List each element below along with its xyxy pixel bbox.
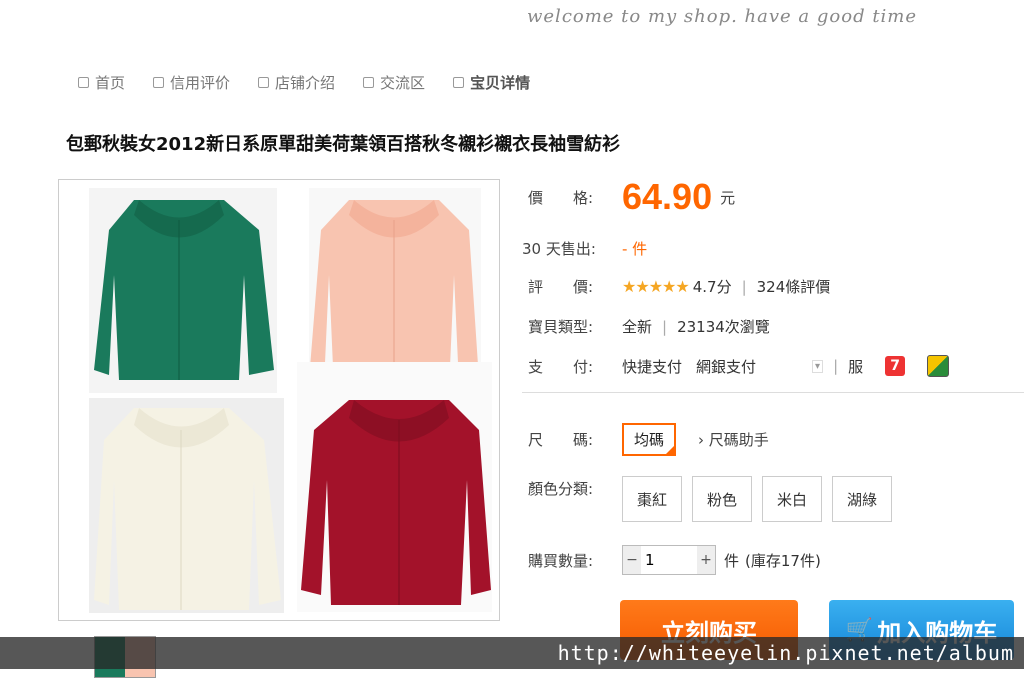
view-count: 23134次瀏覽 xyxy=(677,318,770,336)
item-type-value: 全新 xyxy=(622,318,653,336)
service-label: 服 xyxy=(848,357,864,376)
size-helper-link[interactable]: › 尺碼助手 xyxy=(698,429,769,450)
payment-row: 支 付: 快捷支付 網銀支付 ▾ | 服 7 xyxy=(528,355,950,377)
seven-day-return-icon: 7 xyxy=(885,356,906,376)
selected-check-icon xyxy=(664,444,677,456)
color-option-dark-red[interactable]: 棗紅 xyxy=(622,476,682,522)
nav-bullet-icon xyxy=(258,77,270,88)
blouse-red xyxy=(297,362,492,612)
color-row: 顏色分類: 棗紅 粉色 米白 湖綠 xyxy=(528,476,902,522)
price-value: 64.90 xyxy=(622,176,713,217)
nav-community[interactable]: 交流区 xyxy=(363,72,425,93)
color-option-lake-green[interactable]: 湖綠 xyxy=(832,476,892,522)
rating-score: 4.7分 xyxy=(692,278,732,296)
size-row: 尺 碼: 均碼 › 尺碼助手 xyxy=(528,423,769,456)
section-divider xyxy=(522,392,1024,393)
nav-bullet-icon xyxy=(363,77,375,88)
size-option-one-size[interactable]: 均碼 xyxy=(622,423,677,456)
review-count-link[interactable]: 324條評價 xyxy=(757,276,831,297)
watermark-url: http://whiteeyelin.pixnet.net/album xyxy=(0,637,1024,669)
blouse-green xyxy=(89,188,277,393)
quantity-input[interactable] xyxy=(641,546,697,574)
item-type-row: 寶貝類型: 全新 | 23134次瀏覽 xyxy=(528,317,770,337)
product-image[interactable] xyxy=(58,179,500,621)
blouse-white xyxy=(89,398,284,613)
quantity-row: 購買數量: − + 件 (庫存17件) xyxy=(528,545,821,575)
guarantee-icon xyxy=(927,355,950,377)
rating-stars-icon: ★★★★★ xyxy=(622,277,690,296)
nav-bullet-icon xyxy=(453,77,465,88)
product-title: 包郵秋裝女2012新日系原單甜美荷葉領百搭秋冬襯衫襯衣長袖雪紡衫 xyxy=(66,134,621,155)
quantity-unit: 件 xyxy=(724,551,740,570)
quantity-stepper: − + xyxy=(622,545,716,575)
rating-row: 評 價: ★★★★★ 4.7分 | 324條評價 xyxy=(528,276,831,297)
nav-bullet-icon xyxy=(78,77,89,88)
pay-online-bank: 網銀支付 xyxy=(696,357,757,376)
nav-bullet-icon xyxy=(153,77,165,88)
color-option-pink[interactable]: 粉色 xyxy=(692,476,752,522)
nav-credit-rating[interactable]: 信用评价 xyxy=(153,72,230,93)
color-option-cream[interactable]: 米白 xyxy=(762,476,822,522)
nav-shop-intro[interactable]: 店铺介绍 xyxy=(258,72,335,93)
minus-icon[interactable]: − xyxy=(623,546,641,574)
chevron-down-icon[interactable]: ▾ xyxy=(812,359,824,373)
plus-icon[interactable]: + xyxy=(697,546,715,574)
nav-item-details[interactable]: 宝贝详情 xyxy=(453,72,530,93)
shop-nav: 首页 信用评价 店铺介绍 交流区 宝贝详情 xyxy=(78,72,558,93)
stock-count: (庫存17件) xyxy=(745,551,821,570)
pay-quick: 快捷支付 xyxy=(622,357,683,376)
sold-value: - 件 xyxy=(622,240,648,258)
nav-home[interactable]: 首页 xyxy=(78,72,125,93)
sold-row: 30 天售出: - 件 xyxy=(522,240,648,258)
price-unit: 元 xyxy=(720,188,736,207)
price-row: 價 格: 64.90 元 xyxy=(528,176,736,217)
welcome-banner: welcome to my shop. have a good time xyxy=(527,6,918,27)
